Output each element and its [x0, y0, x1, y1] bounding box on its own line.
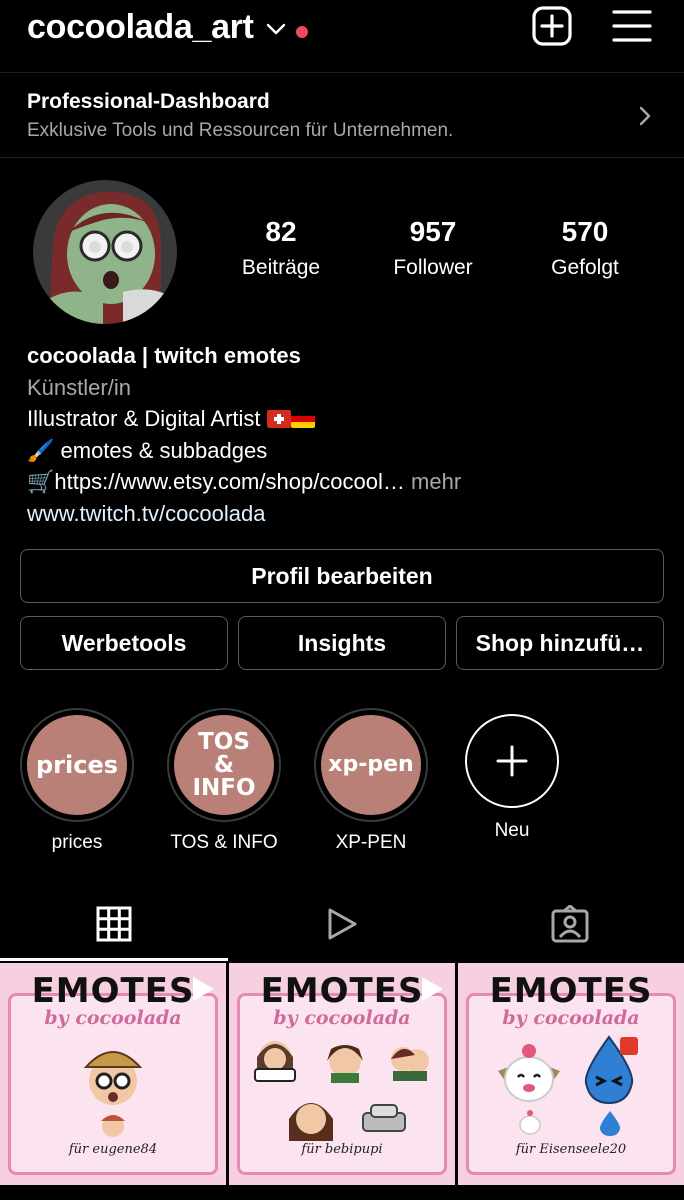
- highlight-new[interactable]: Neu: [455, 708, 569, 842]
- highlight-label: Neu: [494, 820, 530, 841]
- post-byline: by cocoolada: [502, 1007, 640, 1029]
- tagged-icon: [551, 905, 589, 943]
- stat-followers-value: 957: [409, 216, 457, 247]
- stat-following[interactable]: 570 Gefolgt: [515, 216, 655, 280]
- post-byline: by cocoolada: [44, 1007, 182, 1029]
- notification-dot: [296, 26, 308, 38]
- insights-button[interactable]: Insights: [238, 616, 446, 670]
- reel-play-icon: [422, 977, 443, 1001]
- profile-tabs: [0, 888, 684, 960]
- bio-more-link[interactable]: mehr: [411, 469, 461, 494]
- emote-face-icon: [327, 1045, 363, 1083]
- swiss-flag-icon: [266, 410, 291, 428]
- highlight-cover: xp-pen: [321, 715, 421, 815]
- highlight-ring: TOS & INFO: [167, 708, 281, 822]
- dashboard-subtitle: Exklusive Tools und Ressourcen für Unter…: [27, 120, 454, 141]
- highlight-xp-pen[interactable]: xp-pen XP-PEN: [314, 708, 428, 854]
- top-bar: cocoolada_art: [0, 0, 684, 72]
- highlight-label: XP-PEN: [335, 832, 407, 853]
- profile-avatar[interactable]: [33, 180, 177, 324]
- emote-face-icon: [254, 1041, 296, 1082]
- etsy-link[interactable]: 🛒https://www.etsy.com/shop/cocool…: [27, 469, 405, 494]
- post-recipient: für Eisenseele20: [515, 1142, 627, 1157]
- add-shop-button[interactable]: Shop hinzufü…: [456, 616, 664, 670]
- profile-display-name: cocoolada | twitch emotes: [27, 343, 301, 368]
- post-recipient: für eugene84: [68, 1142, 158, 1157]
- emote-small-icon: [519, 1110, 541, 1135]
- grid-post[interactable]: EMOTES by cocoolada für Eisenseele20: [458, 963, 684, 1185]
- tab-posts-grid[interactable]: [0, 888, 228, 960]
- emote-face-icon: [83, 1051, 143, 1105]
- post-byline: by cocoolada: [273, 1007, 411, 1029]
- highlight-prices[interactable]: prices prices: [20, 708, 134, 854]
- menu-icon[interactable]: [612, 8, 652, 44]
- edit-profile-button[interactable]: Profil bearbeiten: [20, 549, 664, 603]
- german-flag-icon: [290, 410, 315, 428]
- profile-bio: cocoolada | twitch emotes Künstler/in Il…: [27, 340, 667, 529]
- stat-following-value: 570: [561, 216, 609, 247]
- create-post-icon[interactable]: [532, 6, 572, 46]
- chevron-down-icon[interactable]: [266, 22, 286, 36]
- dashboard-title: Professional-Dashboard: [27, 90, 270, 113]
- emote-small-icon: [599, 1111, 621, 1136]
- post-title: EMOTES: [489, 971, 653, 1011]
- highlight-label: TOS & INFO: [170, 832, 278, 853]
- tab-reels[interactable]: [228, 888, 456, 960]
- stat-posts[interactable]: 82 Beiträge: [211, 216, 351, 280]
- chevron-right-icon: [639, 106, 651, 126]
- post-recipient: für bebipupi: [301, 1142, 383, 1157]
- highlight-ring: prices: [20, 708, 134, 822]
- new-highlight-circle: [465, 714, 559, 808]
- stat-followers[interactable]: 957 Follower: [363, 216, 503, 280]
- emote-face-icon: [289, 1103, 333, 1141]
- account-username[interactable]: cocoolada_art: [27, 8, 254, 47]
- stat-following-label: Gefolgt: [551, 256, 619, 279]
- highlight-cover: TOS & INFO: [174, 715, 274, 815]
- emote-moogle-icon: [498, 1044, 560, 1102]
- grid-icon: [96, 906, 132, 942]
- website-link[interactable]: www.twitch.tv/cocoolada: [27, 498, 667, 530]
- professional-dashboard-banner[interactable]: Professional-Dashboard Exklusive Tools u…: [0, 72, 684, 158]
- bio-line-2: 🖌️ emotes & subbadges: [27, 437, 268, 463]
- bio-line-3: 🛒https://www.etsy.com/shop/cocool… mehr: [27, 466, 667, 498]
- highlight-cover: prices: [27, 715, 127, 815]
- bio-line-1: Illustrator & Digital Artist: [27, 403, 667, 435]
- reel-play-icon: [193, 977, 214, 1001]
- highlight-ring: xp-pen: [314, 708, 428, 822]
- plus-icon: [496, 745, 528, 777]
- stat-followers-label: Follower: [393, 256, 473, 279]
- profile-category: Künstler/in: [27, 374, 131, 400]
- highlight-label: prices: [51, 832, 103, 853]
- ad-tools-button[interactable]: Werbetools: [20, 616, 228, 670]
- grid-post[interactable]: EMOTES by cocoolada für eugene84: [0, 963, 226, 1185]
- active-tab-indicator: [0, 958, 228, 961]
- emote-small-icon: [101, 1115, 125, 1137]
- highlight-tos-info[interactable]: TOS & INFO TOS & INFO: [167, 708, 281, 854]
- stat-posts-value: 82: [265, 216, 297, 247]
- emote-drop-icon: [584, 1035, 638, 1105]
- emote-face-icon: [391, 1047, 429, 1081]
- reels-icon: [328, 908, 357, 940]
- bio-line-1-text: Illustrator & Digital Artist: [27, 406, 261, 431]
- grid-post[interactable]: EMOTES by cocoolada für bebipupi: [229, 963, 455, 1185]
- stat-posts-label: Beiträge: [241, 256, 321, 279]
- tab-tagged[interactable]: [456, 888, 684, 960]
- emote-small-icon: [362, 1104, 406, 1132]
